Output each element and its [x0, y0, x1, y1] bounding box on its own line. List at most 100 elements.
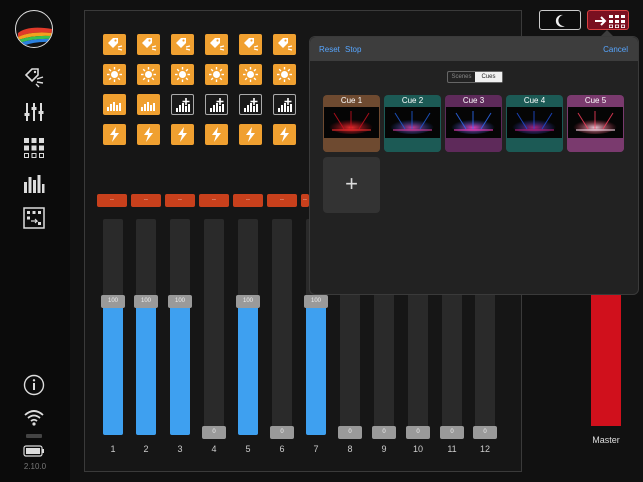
cue-footer: [506, 138, 563, 152]
preset-button-sun[interactable]: [171, 64, 194, 85]
preset-button-levels[interactable]: [205, 94, 228, 115]
sun-icon: [175, 67, 190, 82]
fader-knob[interactable]: 0: [338, 426, 362, 439]
preset-button-levels[interactable]: [103, 94, 126, 115]
channel-fader[interactable]: 0: [202, 219, 226, 439]
preset-button-bolt[interactable]: [171, 124, 194, 145]
flash-button[interactable]: ..: [267, 194, 297, 207]
cues-popover: Reset Stop Cancel Scenes Cues Cue 1 Cue …: [309, 36, 639, 295]
scenes-cues-segmented-control: Scenes Cues: [447, 71, 503, 83]
fader-knob[interactable]: 0: [440, 426, 464, 439]
levels-icon: [210, 98, 224, 112]
fader-knob[interactable]: 0: [473, 426, 497, 439]
tag-icon: [278, 38, 293, 51]
preset-button-tag[interactable]: [273, 34, 296, 55]
preset-button-levels[interactable]: [137, 94, 160, 115]
cue-title: Cue 2: [401, 96, 424, 105]
preset-button-sun[interactable]: [103, 64, 126, 85]
bolt-icon: [144, 127, 153, 142]
preset-button-sun[interactable]: [273, 64, 296, 85]
fader-knob[interactable]: 100: [101, 295, 125, 308]
tab-cues[interactable]: Cues: [475, 72, 502, 82]
fader-channel-label: 6: [279, 444, 285, 454]
fader-knob[interactable]: 100: [168, 295, 192, 308]
channel-fader[interactable]: 100: [168, 219, 192, 435]
fader-channel-label: 8: [347, 444, 353, 454]
flash-button[interactable]: ..: [165, 194, 195, 207]
stop-button[interactable]: Stop: [345, 45, 361, 54]
add-cue-button[interactable]: +: [323, 157, 380, 213]
sun-icon: [243, 67, 258, 82]
cue-card[interactable]: Cue 5: [567, 95, 624, 152]
cue-title: Cue 3: [462, 96, 485, 105]
channel-fader[interactable]: 100: [134, 219, 158, 435]
preset-button-bolt[interactable]: [239, 124, 262, 145]
master-label: Master: [592, 435, 620, 445]
fader-knob[interactable]: 0: [270, 426, 294, 439]
master-fader[interactable]: [591, 291, 621, 426]
fader-knob[interactable]: 0: [202, 426, 226, 439]
cue-card[interactable]: Cue 2: [384, 95, 441, 152]
preset-button-levels[interactable]: [273, 94, 296, 115]
faders-icon[interactable]: [23, 101, 45, 123]
preset-button-levels[interactable]: [171, 94, 194, 115]
arrow-grid-icon: [595, 15, 626, 28]
cue-card[interactable]: Cue 3: [445, 95, 502, 152]
flash-button[interactable]: ..: [301, 194, 309, 207]
tab-scenes[interactable]: Scenes: [448, 72, 475, 82]
fader-knob[interactable]: 0: [406, 426, 430, 439]
levels-icon[interactable]: [23, 172, 45, 194]
bolt-icon: [246, 127, 255, 142]
cue-card[interactable]: Cue 1: [323, 95, 380, 152]
fader-channel-label: 11: [447, 444, 457, 454]
cue-stage-thumbnail: [507, 107, 562, 138]
fader-knob[interactable]: 100: [304, 295, 328, 308]
cue-footer: [384, 138, 441, 152]
cue-footer: [567, 138, 624, 152]
sun-icon: [209, 67, 224, 82]
fader-channel-label: 7: [313, 444, 319, 454]
grid-icon[interactable]: [23, 137, 45, 159]
preset-button-bolt[interactable]: [273, 124, 296, 145]
cues-toggle-button[interactable]: [587, 10, 629, 30]
flash-button[interactable]: ..: [97, 194, 127, 207]
preset-button-bolt[interactable]: [205, 124, 228, 145]
fader-fill: [103, 301, 123, 435]
cancel-button[interactable]: Cancel: [603, 45, 628, 54]
preset-button-tag[interactable]: [205, 34, 228, 55]
cue-card[interactable]: Cue 4: [506, 95, 563, 152]
preset-button-bolt[interactable]: [137, 124, 160, 145]
preset-button-sun[interactable]: [205, 64, 228, 85]
channel-fader[interactable]: 100: [236, 219, 260, 435]
fader-knob[interactable]: 100: [134, 295, 158, 308]
preset-button-sun[interactable]: [239, 64, 262, 85]
preset-button-levels[interactable]: [239, 94, 262, 115]
fader-knob[interactable]: 100: [236, 295, 260, 308]
flash-button[interactable]: ..: [131, 194, 161, 207]
reset-button[interactable]: Reset: [319, 45, 340, 54]
fader-channel-label: 3: [177, 444, 183, 454]
flash-button[interactable]: ..: [233, 194, 263, 207]
preset-button-bolt[interactable]: [103, 124, 126, 145]
levels-icon: [176, 98, 190, 112]
fader-knob[interactable]: 0: [372, 426, 396, 439]
channel-fader[interactable]: 100: [101, 219, 125, 435]
preset-button-tag[interactable]: [137, 34, 160, 55]
preset-button-tag[interactable]: [171, 34, 194, 55]
preset-button-tag[interactable]: [103, 34, 126, 55]
channel-fader[interactable]: 0: [270, 219, 294, 439]
program-icon[interactable]: [23, 207, 45, 229]
popover-header: Reset Stop Cancel: [310, 37, 638, 61]
tag-icon: [210, 38, 225, 51]
cue-footer: [323, 138, 380, 152]
flash-button[interactable]: ..: [199, 194, 229, 207]
wifi-icon: [23, 406, 45, 428]
info-icon[interactable]: [23, 374, 45, 396]
night-mode-button[interactable]: [539, 10, 581, 30]
logo-icon[interactable]: [15, 10, 53, 48]
fader-channel-label: 5: [245, 444, 251, 454]
preset-button-tag[interactable]: [239, 34, 262, 55]
preset-button-sun[interactable]: [137, 64, 160, 85]
fixture-tag-icon[interactable]: [23, 66, 45, 88]
cue-stage-thumbnail: [324, 107, 379, 138]
